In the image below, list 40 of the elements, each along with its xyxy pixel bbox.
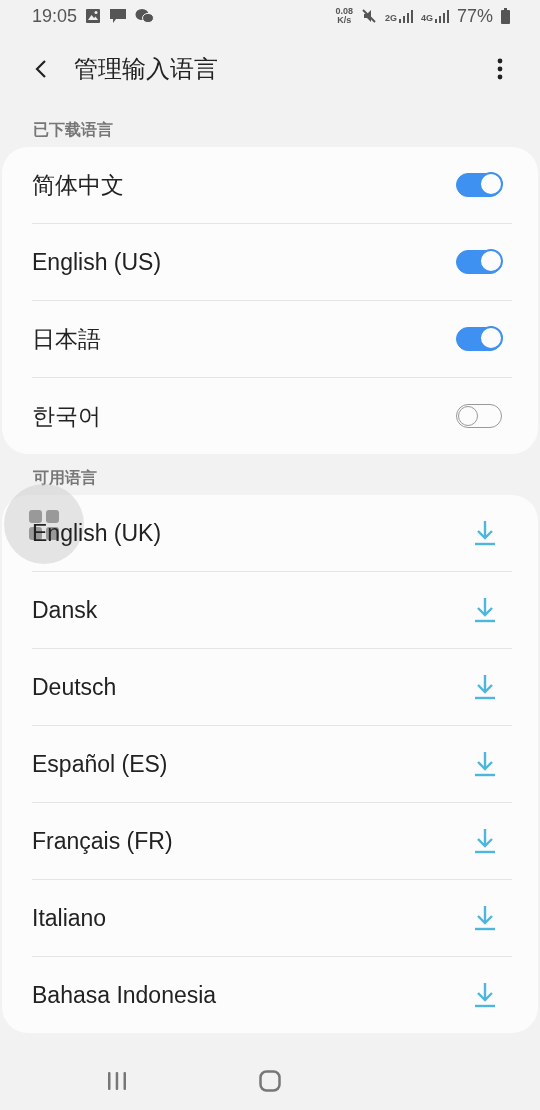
language-row[interactable]: 한국어 [32, 378, 512, 454]
page-title: 管理输入语言 [74, 54, 219, 84]
toggle-switch[interactable] [456, 404, 502, 428]
language-row[interactable]: Français (FR) [32, 803, 512, 880]
toggle-switch[interactable] [456, 327, 502, 351]
language-row[interactable]: Italiano [32, 880, 512, 957]
download-icon[interactable] [474, 751, 496, 777]
toggle-switch[interactable] [456, 173, 502, 197]
network-type: 4G [420, 14, 433, 23]
chat-bubbles-icon [135, 8, 155, 24]
download-icon[interactable] [474, 982, 496, 1008]
signal-icon [398, 9, 413, 23]
gallery-icon [85, 8, 102, 24]
clock-time: 19:05 [32, 5, 78, 27]
battery-percent: 77% [456, 5, 493, 27]
language-row[interactable]: English (US) [32, 224, 512, 301]
language-row[interactable]: Bahasa Indonesia [32, 957, 512, 1033]
more-options-icon[interactable] [496, 57, 504, 81]
language-row[interactable]: Dansk [32, 572, 512, 649]
signal-icon [434, 9, 449, 23]
section-header: 可用语言 [32, 468, 98, 488]
download-icon[interactable] [474, 905, 496, 931]
home-icon[interactable] [259, 1070, 281, 1092]
battery-icon [501, 8, 510, 24]
section-header: 已下载语言 [32, 120, 114, 140]
message-icon [109, 7, 128, 25]
network-type: 2G [384, 14, 397, 23]
toggle-switch[interactable] [456, 250, 502, 274]
speed-unit: K/s [337, 16, 352, 25]
mute-icon [360, 8, 377, 24]
download-icon[interactable] [474, 520, 496, 546]
download-icon[interactable] [474, 597, 496, 623]
language-row[interactable]: 简体中文 [32, 147, 512, 224]
language-row[interactable]: Español (ES) [32, 726, 512, 803]
network-speed: 0.08 [335, 7, 353, 16]
download-icon[interactable] [474, 828, 496, 854]
language-row[interactable]: Deutsch [32, 649, 512, 726]
download-icon[interactable] [474, 674, 496, 700]
recent-apps-icon[interactable] [105, 1071, 128, 1091]
language-row[interactable]: 日本語 [32, 301, 512, 378]
